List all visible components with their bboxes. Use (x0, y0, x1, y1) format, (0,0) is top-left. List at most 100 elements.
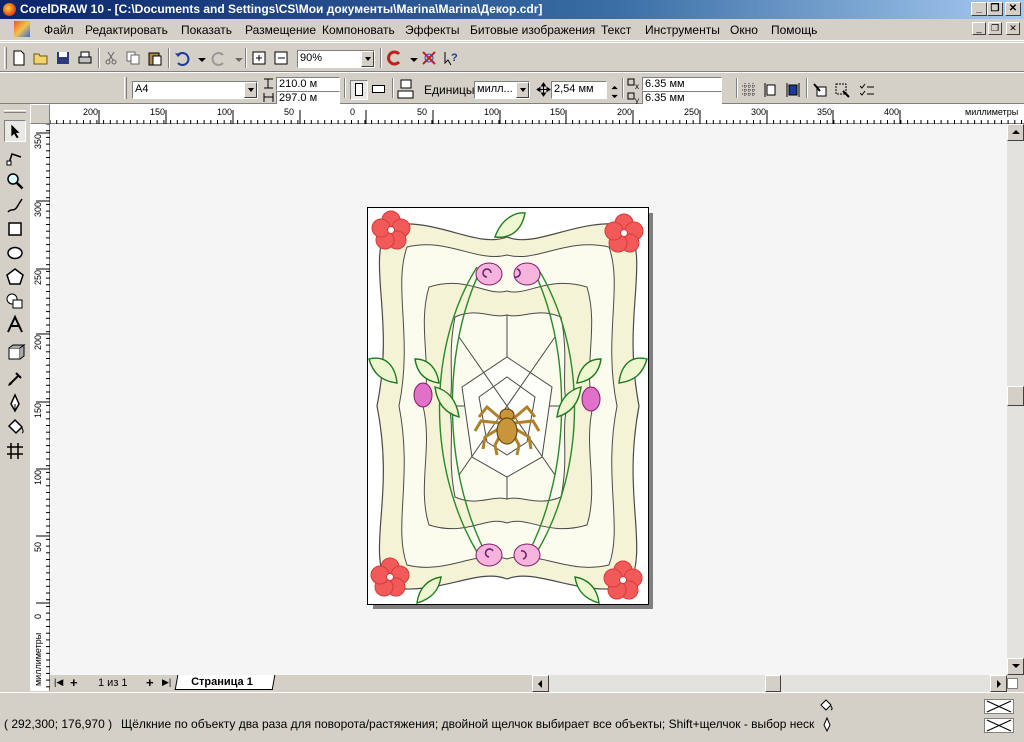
scroll-right-button[interactable] (990, 675, 1007, 692)
toolbar-grip[interactable] (4, 47, 7, 69)
landscape-button[interactable] (370, 80, 388, 100)
export-icon[interactable] (272, 49, 290, 67)
page-width-input[interactable]: 210.0 м (276, 77, 340, 91)
nudge-spin-up[interactable] (607, 81, 619, 90)
nudge-spin-down[interactable] (607, 90, 619, 99)
paper-size-select[interactable]: A4 (132, 81, 258, 99)
outline-pen-icon[interactable] (4, 392, 26, 414)
menu-edit[interactable]: Редактировать (85, 23, 168, 37)
menu-arrange[interactable]: Компоновать (322, 23, 395, 37)
menu-window[interactable]: Окно (730, 23, 758, 37)
freehand-tool-icon[interactable] (4, 194, 26, 216)
portrait-button[interactable] (350, 80, 368, 100)
snap-to-objects-icon[interactable] (784, 81, 802, 99)
treat-as-filled-icon[interactable] (811, 81, 829, 99)
drawing-canvas[interactable] (50, 124, 1007, 675)
title-bar: CorelDRAW 10 - [C:\Documents and Setting… (0, 0, 1024, 19)
text-tool-icon[interactable] (4, 314, 26, 336)
last-page-button[interactable]: ▶| (162, 677, 171, 688)
add-page-before-button[interactable]: + (70, 675, 78, 690)
zoom-tool-icon[interactable] (4, 170, 26, 192)
scroll-up-button[interactable] (1007, 124, 1024, 141)
menu-layout[interactable]: Размещение (245, 23, 316, 37)
close-button[interactable]: ✕ (1005, 2, 1021, 16)
ellipse-tool-icon[interactable] (4, 242, 26, 264)
menu-effects[interactable]: Эффекты (405, 23, 460, 37)
new-document-icon[interactable] (10, 49, 28, 67)
page-tab[interactable]: Страница 1 (174, 675, 276, 690)
redo-icon[interactable] (210, 49, 228, 67)
outline-color-icon[interactable] (820, 717, 834, 733)
redo-dropdown-icon[interactable] (231, 53, 243, 63)
import-icon[interactable] (250, 49, 268, 67)
horizontal-scrollbar[interactable] (532, 675, 1007, 692)
corel-online-icon[interactable] (420, 49, 438, 67)
v-ruler-label: 250 (33, 270, 43, 285)
property-bar-grip[interactable] (124, 77, 127, 99)
vertical-scroll-thumb[interactable] (1007, 386, 1024, 406)
navigator-button[interactable] (1007, 678, 1018, 689)
print-icon[interactable] (76, 49, 94, 67)
vertical-ruler[interactable]: 350 300 250 200 150 100 50 0 миллиметры (30, 124, 50, 691)
menu-file[interactable]: Файл (44, 23, 74, 37)
shape-tool-icon[interactable] (4, 146, 26, 168)
menu-view[interactable]: Показать (181, 23, 232, 37)
zoom-level-select[interactable]: 90% (297, 50, 375, 68)
fill-color-icon[interactable] (818, 697, 834, 713)
units-select[interactable]: милл... (474, 81, 530, 99)
h-ruler-label: 150 (550, 107, 565, 117)
page-navigator-bar: |◀ + 1 из 1 + ▶| Страница 1 (50, 675, 1024, 692)
draw-objects-icon[interactable] (833, 81, 851, 99)
fill-none-swatch[interactable] (984, 699, 1014, 714)
add-page-after-button[interactable]: + (146, 675, 154, 690)
doc-minimize-button[interactable]: _ (972, 22, 986, 35)
rectangle-tool-icon[interactable] (4, 218, 26, 240)
polygon-tool-icon[interactable] (4, 266, 26, 288)
snap-to-grid-icon[interactable] (740, 81, 758, 99)
first-page-button[interactable]: |◀ (54, 677, 66, 690)
page-height-input[interactable]: 297.0 м (276, 91, 340, 105)
page-layout-icon[interactable] (396, 78, 416, 100)
menu-help[interactable]: Помощь (771, 23, 817, 37)
doc-restore-button[interactable]: ❐ (988, 22, 1002, 35)
undo-dropdown-icon[interactable] (194, 53, 206, 63)
duplicate-x-input[interactable]: 6.35 мм (642, 77, 722, 91)
application-launcher-icon[interactable] (385, 49, 403, 67)
h-ruler-label: 250 (684, 107, 699, 117)
interactive-mesh-icon[interactable] (4, 440, 26, 462)
interactive-fill-icon[interactable] (4, 342, 26, 364)
fill-bucket-icon[interactable] (4, 416, 26, 438)
scroll-left-button[interactable] (532, 675, 549, 692)
whats-this-help-icon[interactable]: ? (442, 49, 460, 67)
nudge-offset-input[interactable]: 2,54 мм (551, 81, 607, 99)
save-icon[interactable] (54, 49, 72, 67)
snap-to-guidelines-icon[interactable] (762, 81, 780, 99)
page-artwork[interactable] (367, 207, 649, 605)
eyedropper-icon[interactable] (4, 368, 26, 390)
minimize-button[interactable]: _ (971, 2, 987, 16)
undo-icon[interactable] (173, 49, 191, 67)
horizontal-ruler[interactable]: 200 150 100 50 0 50 100 150 200 250 300 350 400 милли… (50, 104, 1024, 124)
menu-text[interactable]: Текст (601, 23, 631, 37)
coreldraw-app-icon[interactable] (3, 3, 16, 16)
maximize-button[interactable]: ❐ (987, 2, 1003, 16)
outline-none-swatch[interactable] (984, 718, 1014, 733)
launcher-dropdown-icon[interactable] (406, 53, 418, 63)
vertical-scrollbar[interactable] (1007, 124, 1024, 675)
cut-icon[interactable] (102, 49, 120, 67)
toolbox-grip[interactable] (4, 110, 26, 113)
ruler-origin-corner[interactable] (30, 104, 50, 124)
document-icon[interactable] (14, 21, 30, 37)
pick-tool-icon[interactable] (4, 120, 26, 142)
copy-icon[interactable] (124, 49, 142, 67)
doc-close-button[interactable]: ✕ (1006, 22, 1020, 35)
options-checklist-icon[interactable] (858, 81, 876, 99)
menu-bitmaps[interactable]: Битовые изображения (470, 23, 595, 37)
open-folder-icon[interactable] (32, 49, 50, 67)
menu-tools[interactable]: Инструменты (645, 23, 720, 37)
paste-icon[interactable] (146, 49, 164, 67)
scroll-down-button[interactable] (1007, 658, 1024, 675)
duplicate-y-input[interactable]: 6.35 мм (642, 91, 722, 105)
basic-shapes-icon[interactable] (4, 290, 26, 312)
horizontal-scroll-thumb[interactable] (765, 675, 781, 692)
